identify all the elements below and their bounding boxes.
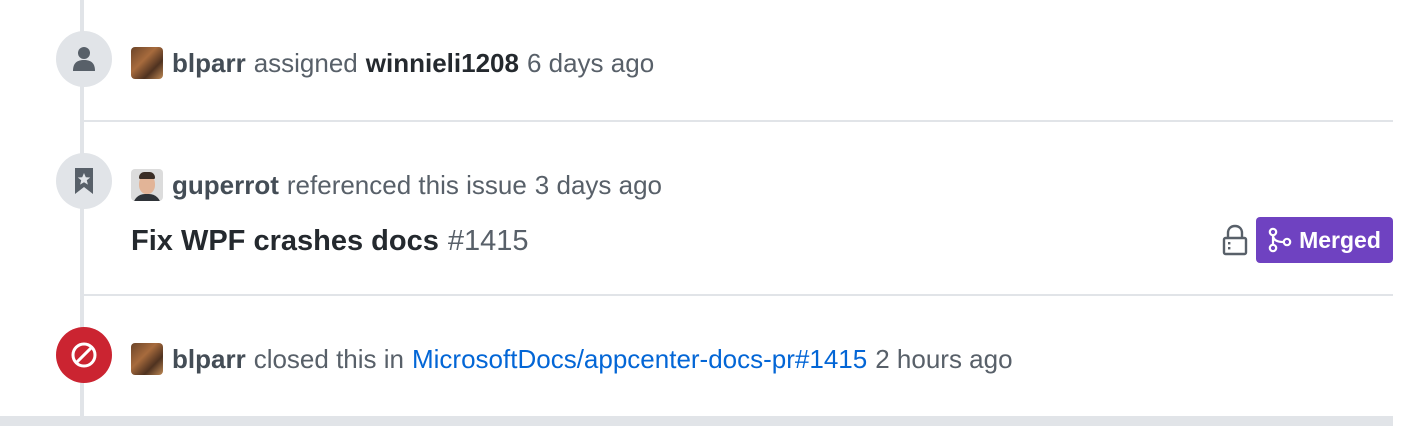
referenced-event: guperrot referenced this issue 3 days ag… [131,167,670,203]
avatar[interactable] [131,47,163,79]
merged-status-label: Merged [1299,226,1381,253]
event-action-text: assigned [253,47,358,78]
actor-link[interactable]: guperrot [172,170,279,201]
event-timestamp[interactable]: 3 days ago [535,170,662,201]
event-action-text: referenced this issue [286,169,527,200]
referenced-pr-title-text[interactable]: Fix WPF crashes docs [131,225,439,258]
event-action-text: closed this in [253,343,404,374]
bookmark-icon [75,168,93,194]
referenced-pr-title[interactable]: Fix WPF crashes docs #1415 [131,222,528,260]
assigned-event-badge [56,31,112,87]
git-merge-icon [1268,227,1292,253]
timeline-divider [84,120,1393,122]
assigned-event: blparr assigned winnieli1208 6 days ago [131,45,662,81]
person-icon [73,47,95,71]
closed-event-badge [56,327,112,383]
lock-icon [1222,224,1248,256]
closed-event: blparr closed this in MicrosoftDocs/appc… [131,341,1021,377]
merged-status-badge: Merged [1256,217,1393,263]
event-timestamp[interactable]: 2 hours ago [875,344,1012,375]
circle-slash-icon [71,342,97,368]
actor-link[interactable]: blparr [172,48,246,79]
closing-pr-link[interactable]: MicrosoftDocs/appcenter-docs-pr#1415 [412,344,867,375]
event-timestamp[interactable]: 6 days ago [527,48,654,79]
avatar[interactable] [131,169,163,201]
assignee-link[interactable]: winnieli1208 [366,48,519,79]
referenced-pr-number[interactable]: #1415 [448,225,529,258]
actor-link[interactable]: blparr [172,344,246,375]
avatar[interactable] [131,343,163,375]
timeline-divider [84,294,1393,296]
referenced-event-badge [56,153,112,209]
timeline-bottom-divider [0,416,1393,426]
